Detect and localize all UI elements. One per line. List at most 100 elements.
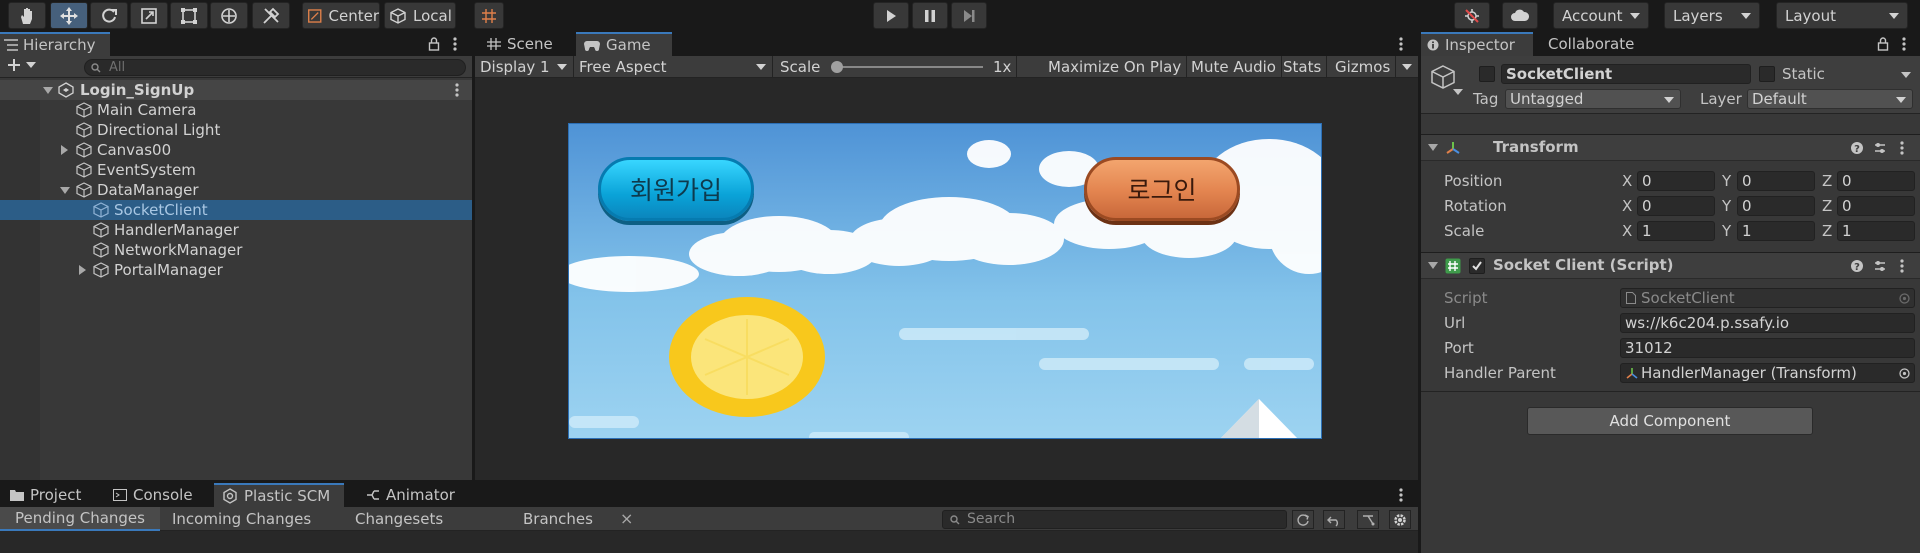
object-name-field[interactable]: SocketClient <box>1501 64 1751 84</box>
layout-dropdown[interactable]: Layout <box>1776 2 1908 29</box>
add-component-button[interactable]: Add Component <box>1527 407 1813 435</box>
rotation-x-field[interactable]: 0 <box>1637 196 1715 216</box>
rotation-y-field[interactable]: 0 <box>1737 196 1815 216</box>
pivot-center-button[interactable]: Center <box>302 2 380 29</box>
kebab-menu-icon[interactable] <box>1900 140 1904 156</box>
hierarchy-item-main-camera[interactable]: Main Camera <box>0 100 472 120</box>
cloud-button[interactable] <box>1502 2 1538 29</box>
branch-button[interactable] <box>1357 510 1379 529</box>
script-enabled-checkbox[interactable] <box>1469 258 1485 274</box>
active-checkbox[interactable] <box>1479 66 1495 82</box>
hand-tool-button[interactable] <box>8 2 46 29</box>
transform-header[interactable]: Transform ? <box>1421 134 1920 161</box>
fold-closed-icon[interactable] <box>79 265 86 275</box>
refresh-button[interactable] <box>1292 510 1314 529</box>
kebab-menu-icon[interactable] <box>1900 258 1904 274</box>
layer-dropdown[interactable]: Default <box>1747 89 1913 109</box>
socket-client-header[interactable]: Socket Client (Script) ? <box>1421 252 1920 279</box>
hierarchy-item-directional-light[interactable]: Directional Light <box>0 120 472 140</box>
help-icon[interactable]: ? <box>1850 141 1864 155</box>
step-button[interactable] <box>951 2 987 29</box>
help-icon[interactable]: ? <box>1850 259 1864 273</box>
kebab-menu-icon[interactable] <box>1399 36 1403 52</box>
lock-icon[interactable] <box>428 37 440 51</box>
rotation-z-field[interactable]: 0 <box>1837 196 1915 216</box>
hierarchy-item-eventsystem[interactable]: EventSystem <box>0 160 472 180</box>
scale-x-field[interactable]: 1 <box>1637 221 1715 241</box>
chevron-down-icon[interactable] <box>1453 88 1463 96</box>
pivot-local-button[interactable]: Local <box>384 2 456 29</box>
tag-dropdown[interactable]: Untagged <box>1505 89 1681 109</box>
scale-slider-handle[interactable] <box>831 61 843 73</box>
play-button[interactable] <box>873 2 909 29</box>
rect-tool-button[interactable] <box>170 2 208 29</box>
fold-open-icon[interactable] <box>43 87 53 94</box>
static-checkbox[interactable] <box>1759 66 1775 82</box>
handler-parent-field[interactable]: HandlerManager (Transform) <box>1620 363 1915 383</box>
scale-y-field[interactable]: 1 <box>1737 221 1815 241</box>
hierarchy-item-handlermanager[interactable]: HandlerManager <box>0 220 472 240</box>
stats-toggle[interactable]: Stats <box>1278 56 1328 78</box>
maximize-on-play-toggle[interactable]: Maximize On Play <box>1043 56 1188 78</box>
port-field[interactable]: 31012 <box>1620 338 1915 358</box>
create-button[interactable] <box>6 57 36 73</box>
tab-project[interactable]: Project <box>2 483 89 507</box>
signup-button[interactable]: 회원가입 <box>598 157 754 221</box>
fold-open-icon[interactable] <box>1428 262 1438 269</box>
hierarchy-item-socketclient[interactable]: SocketClient <box>0 200 472 220</box>
custom-tool-button[interactable] <box>252 2 290 29</box>
hierarchy-item-networkmanager[interactable]: NetworkManager <box>0 240 472 260</box>
collab-status-button[interactable] <box>1454 2 1490 29</box>
plastic-search-input[interactable]: Search <box>942 510 1287 529</box>
position-z-field[interactable]: 0 <box>1837 171 1915 191</box>
hierarchy-item-canvas00[interactable]: Canvas00 <box>0 140 472 160</box>
grid-snap-button[interactable] <box>474 2 504 29</box>
layers-dropdown[interactable]: Layers <box>1664 2 1760 29</box>
scale-tool-button[interactable] <box>130 2 168 29</box>
position-x-field[interactable]: 0 <box>1637 171 1715 191</box>
subtab-changesets[interactable]: Changesets <box>340 507 458 531</box>
hierarchy-item-datamanager[interactable]: DataManager <box>0 180 472 200</box>
game-render-canvas[interactable]: 회원가입 로그인 <box>568 123 1322 439</box>
kebab-menu-icon[interactable] <box>453 36 457 52</box>
transform-tool-button[interactable] <box>210 2 248 29</box>
tab-scene[interactable]: Scene <box>479 32 561 56</box>
subtab-incoming-changes[interactable]: Incoming Changes <box>157 507 326 531</box>
tab-plastic-scm[interactable]: Plastic SCM <box>214 483 344 507</box>
preset-icon[interactable] <box>1873 259 1887 273</box>
rotate-tool-button[interactable] <box>90 2 128 29</box>
position-y-field[interactable]: 0 <box>1737 171 1815 191</box>
gizmos-dropdown[interactable] <box>1395 56 1418 78</box>
object-picker-icon[interactable] <box>1899 368 1910 379</box>
scene-row[interactable]: Login_SignUp <box>0 80 472 100</box>
fold-open-icon[interactable] <box>1428 144 1438 151</box>
subtab-pending-changes[interactable]: Pending Changes <box>0 507 160 531</box>
tab-hierarchy[interactable]: Hierarchy <box>0 32 110 56</box>
chevron-down-icon[interactable] <box>1901 71 1911 79</box>
kebab-menu-icon[interactable] <box>1902 36 1906 52</box>
url-field[interactable]: ws://k6c204.p.ssafy.io <box>1620 313 1915 333</box>
settings-button[interactable] <box>1389 510 1411 529</box>
aspect-dropdown[interactable]: Free Aspect <box>574 56 773 78</box>
hierarchy-item-portalmanager[interactable]: PortalManager <box>0 260 472 280</box>
scale-z-field[interactable]: 1 <box>1837 221 1915 241</box>
tab-animator[interactable]: Animator <box>358 483 463 507</box>
fold-closed-icon[interactable] <box>61 145 68 155</box>
lock-icon[interactable] <box>1877 37 1889 51</box>
login-button[interactable]: 로그인 <box>1084 157 1240 221</box>
kebab-menu-icon[interactable] <box>455 82 459 98</box>
tab-game[interactable]: Game <box>576 32 672 56</box>
close-branches-icon[interactable]: × <box>620 509 633 528</box>
subtab-branches[interactable]: Branches <box>508 507 608 531</box>
gizmos-toggle[interactable]: Gizmos <box>1330 56 1397 78</box>
mute-audio-toggle[interactable]: Mute Audio <box>1186 56 1282 78</box>
preset-icon[interactable] <box>1873 141 1887 155</box>
tab-collaborate[interactable]: Collaborate <box>1540 32 1642 56</box>
hierarchy-search-input[interactable]: All <box>84 59 466 76</box>
kebab-menu-icon[interactable] <box>1399 487 1403 503</box>
move-tool-button[interactable] <box>50 2 88 29</box>
account-dropdown[interactable]: Account <box>1553 2 1649 29</box>
pause-button[interactable] <box>912 2 948 29</box>
display-dropdown[interactable]: Display 1 <box>475 56 574 78</box>
scale-slider-track[interactable] <box>835 66 983 68</box>
